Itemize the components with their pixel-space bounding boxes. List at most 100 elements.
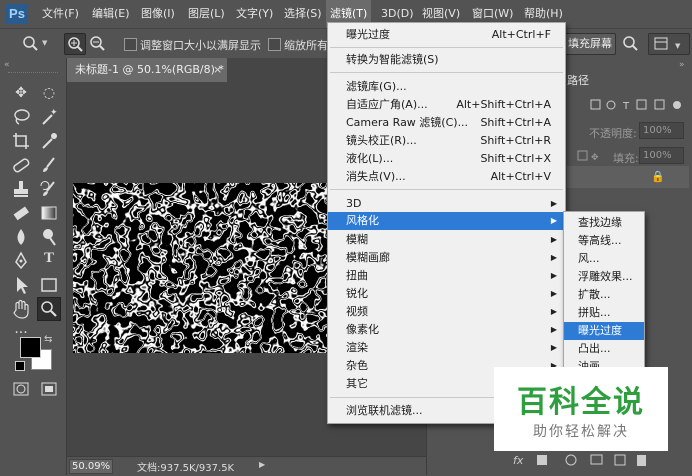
expand-panels-icon[interactable]: » — [679, 60, 685, 70]
resize-windows-label: 调整窗口大小以满屏显示 — [140, 39, 261, 52]
zoom-in-icon[interactable] — [64, 33, 86, 55]
brush-tool-icon[interactable] — [38, 154, 60, 176]
hand-tool-icon[interactable] — [10, 298, 32, 320]
menu-item-camera-raw[interactable]: Camera Raw 滤镜(C)... Shift+Ctrl+A — [328, 114, 565, 132]
chevron-down-icon[interactable]: ▼ — [42, 39, 47, 47]
svg-text:fx: fx — [513, 454, 524, 467]
menu-item-distort[interactable]: 扭曲 ▶ — [328, 267, 565, 285]
default-colors-icon[interactable] — [15, 361, 25, 371]
status-chevron-icon[interactable]: ▶ — [259, 460, 265, 469]
image-canvas[interactable] — [73, 183, 331, 353]
eyedropper-tool-icon[interactable] — [38, 130, 60, 152]
svg-text:▼: ▼ — [675, 42, 681, 50]
svg-text:T: T — [622, 101, 630, 112]
dodge-tool-icon[interactable] — [38, 226, 60, 248]
menu-item-adaptive-wide-angle[interactable]: 自适应广角(A)... Alt+Shift+Ctrl+A — [328, 96, 565, 114]
type-tool-icon[interactable]: T — [38, 250, 60, 272]
watermark-subtitle: 助你轻松解决 — [533, 424, 629, 440]
swap-colors-icon[interactable]: ⇆ — [44, 334, 52, 345]
opacity-field[interactable]: 100% — [639, 122, 684, 139]
menu-item-convert-smart-filter[interactable]: 转换为智能滤镜(S) — [328, 51, 565, 69]
collapse-icon[interactable]: « — [4, 60, 10, 70]
menu-item-blur-gallery[interactable]: 模糊画廊 ▶ — [328, 249, 565, 267]
menu-item-liquify[interactable]: 液化(L)... Shift+Ctrl+X — [328, 150, 565, 168]
healing-brush-tool-icon[interactable] — [10, 154, 32, 176]
gradient-tool-icon[interactable] — [38, 202, 60, 224]
workspace-switcher-icon[interactable]: ▼ — [648, 33, 690, 55]
resize-windows-checkbox[interactable] — [124, 38, 137, 51]
zoom-level-field[interactable]: 50.09% — [69, 459, 113, 474]
photoshop-logo-icon: Ps — [6, 4, 28, 24]
submenu-item-emboss[interactable]: 浮雕效果... — [564, 268, 644, 286]
document-tab[interactable]: 未标题-1 @ 50.1%(RGB/8) * × — [67, 58, 227, 82]
svg-text:✦: ✦ — [50, 108, 58, 118]
history-brush-tool-icon[interactable] — [38, 178, 60, 200]
menu-item-lens-correction[interactable]: 镜头校正(R)... Shift+Ctrl+R — [328, 132, 565, 150]
close-icon[interactable]: × — [213, 58, 222, 82]
menu-item-video[interactable]: 视频 ▶ — [328, 303, 565, 321]
submenu-item-extrude[interactable]: 凸出... — [564, 340, 644, 358]
crop-tool-icon[interactable] — [10, 130, 32, 152]
zoom-tool-preset-icon[interactable] — [20, 33, 40, 53]
quick-mask-icon[interactable] — [10, 378, 32, 400]
menu-item-render[interactable]: 渲染 ▶ — [328, 339, 565, 357]
layer-footer-icons: fx — [487, 452, 687, 468]
document-tab-title: 未标题-1 @ 50.1%(RGB/8) * — [75, 63, 224, 76]
clone-stamp-tool-icon[interactable] — [10, 178, 32, 200]
submenu-item-wind[interactable]: 风... — [564, 250, 644, 268]
magic-wand-tool-icon[interactable]: ✦ — [38, 106, 60, 128]
blur-tool-icon[interactable] — [10, 226, 32, 248]
status-bar: 50.09% 文档:937.5K/937.5K ▶ — [67, 456, 426, 476]
menu-image[interactable]: 图像(I) — [141, 0, 175, 28]
elliptical-marquee-tool-icon[interactable]: ◌ — [38, 82, 60, 104]
watermark-title: 百科全说 — [517, 385, 645, 420]
submenu-item-solarize[interactable]: 曝光过度 — [564, 322, 644, 340]
pen-tool-icon[interactable] — [10, 250, 32, 272]
filter-menu: 曝光过度 Alt+Ctrl+F 转换为智能滤镜(S) 滤镜库(G)... 自适应广… — [327, 22, 566, 424]
submenu-item-find-edges[interactable]: 查找边缘 — [564, 214, 644, 232]
menu-item-sharpen[interactable]: 锐化 ▶ — [328, 285, 565, 303]
submenu-item-tiles[interactable]: 拼贴... — [564, 304, 644, 322]
menu-select[interactable]: 选择(S) — [284, 0, 322, 28]
tools-panel: « ✥ ◌ ✦ T ··· ⇆ — [0, 58, 67, 475]
search-icon[interactable] — [620, 33, 640, 53]
lock-icon: 🔒 — [651, 170, 665, 183]
submenu-item-diffuse[interactable]: 扩散... — [564, 286, 644, 304]
menu-item-stylize[interactable]: 风格化 ▶ — [328, 212, 565, 230]
menu-layer[interactable]: 图层(L) — [188, 0, 225, 28]
fill-field[interactable]: 100% — [639, 147, 684, 164]
lock-icons: ✥ — [577, 150, 607, 165]
watermark: 百科全说 助你轻松解决 — [494, 367, 668, 451]
menu-file[interactable]: 文件(F) — [42, 0, 79, 28]
submenu-item-trace-contour[interactable]: 等高线... — [564, 232, 644, 250]
rectangle-tool-icon[interactable] — [38, 274, 60, 296]
move-tool-icon[interactable]: ✥ — [10, 82, 32, 104]
zoom-all-label: 缩放所有 — [284, 39, 328, 52]
menu-item-filter-gallery[interactable]: 滤镜库(G)... — [328, 78, 565, 96]
document-info: 文档:937.5K/937.5K — [137, 463, 235, 474]
screen-mode-icon[interactable] — [38, 378, 60, 400]
svg-text:✥: ✥ — [591, 153, 599, 162]
stylize-submenu: 查找边缘 等高线... 风... 浮雕效果... 扩散... 拼贴... 曝光过… — [563, 211, 645, 382]
opacity-label: 不透明度: — [589, 127, 637, 140]
menu-item-blur[interactable]: 模糊 ▶ — [328, 231, 565, 249]
layer-filter-icons: T — [589, 98, 685, 112]
menu-item-last-filter[interactable]: 曝光过度 Alt+Ctrl+F — [328, 26, 565, 44]
menu-item-vanishing-point[interactable]: 消失点(V)... Alt+Ctrl+V — [328, 168, 565, 186]
foreground-color-swatch[interactable] — [20, 337, 41, 358]
menu-edit[interactable]: 编辑(E) — [92, 0, 130, 28]
zoom-all-checkbox[interactable] — [268, 38, 281, 51]
menu-item-pixelate[interactable]: 像素化 ▶ — [328, 321, 565, 339]
zoom-out-icon[interactable] — [87, 33, 107, 53]
layer-row[interactable]: 🔒 — [567, 166, 689, 188]
noise-texture — [73, 183, 331, 353]
fill-screen-button[interactable]: 填充屏幕 — [564, 33, 616, 55]
fill-label: 填充: — [613, 152, 639, 165]
menu-item-3d[interactable]: 3D ▶ — [328, 195, 565, 213]
path-selection-tool-icon[interactable] — [10, 274, 32, 296]
lasso-tool-icon[interactable] — [10, 106, 32, 128]
paths-tab[interactable]: 路径 — [567, 72, 589, 88]
zoom-tool-icon[interactable] — [37, 297, 61, 321]
menu-type[interactable]: 文字(Y) — [236, 0, 273, 28]
eraser-tool-icon[interactable] — [10, 202, 32, 224]
